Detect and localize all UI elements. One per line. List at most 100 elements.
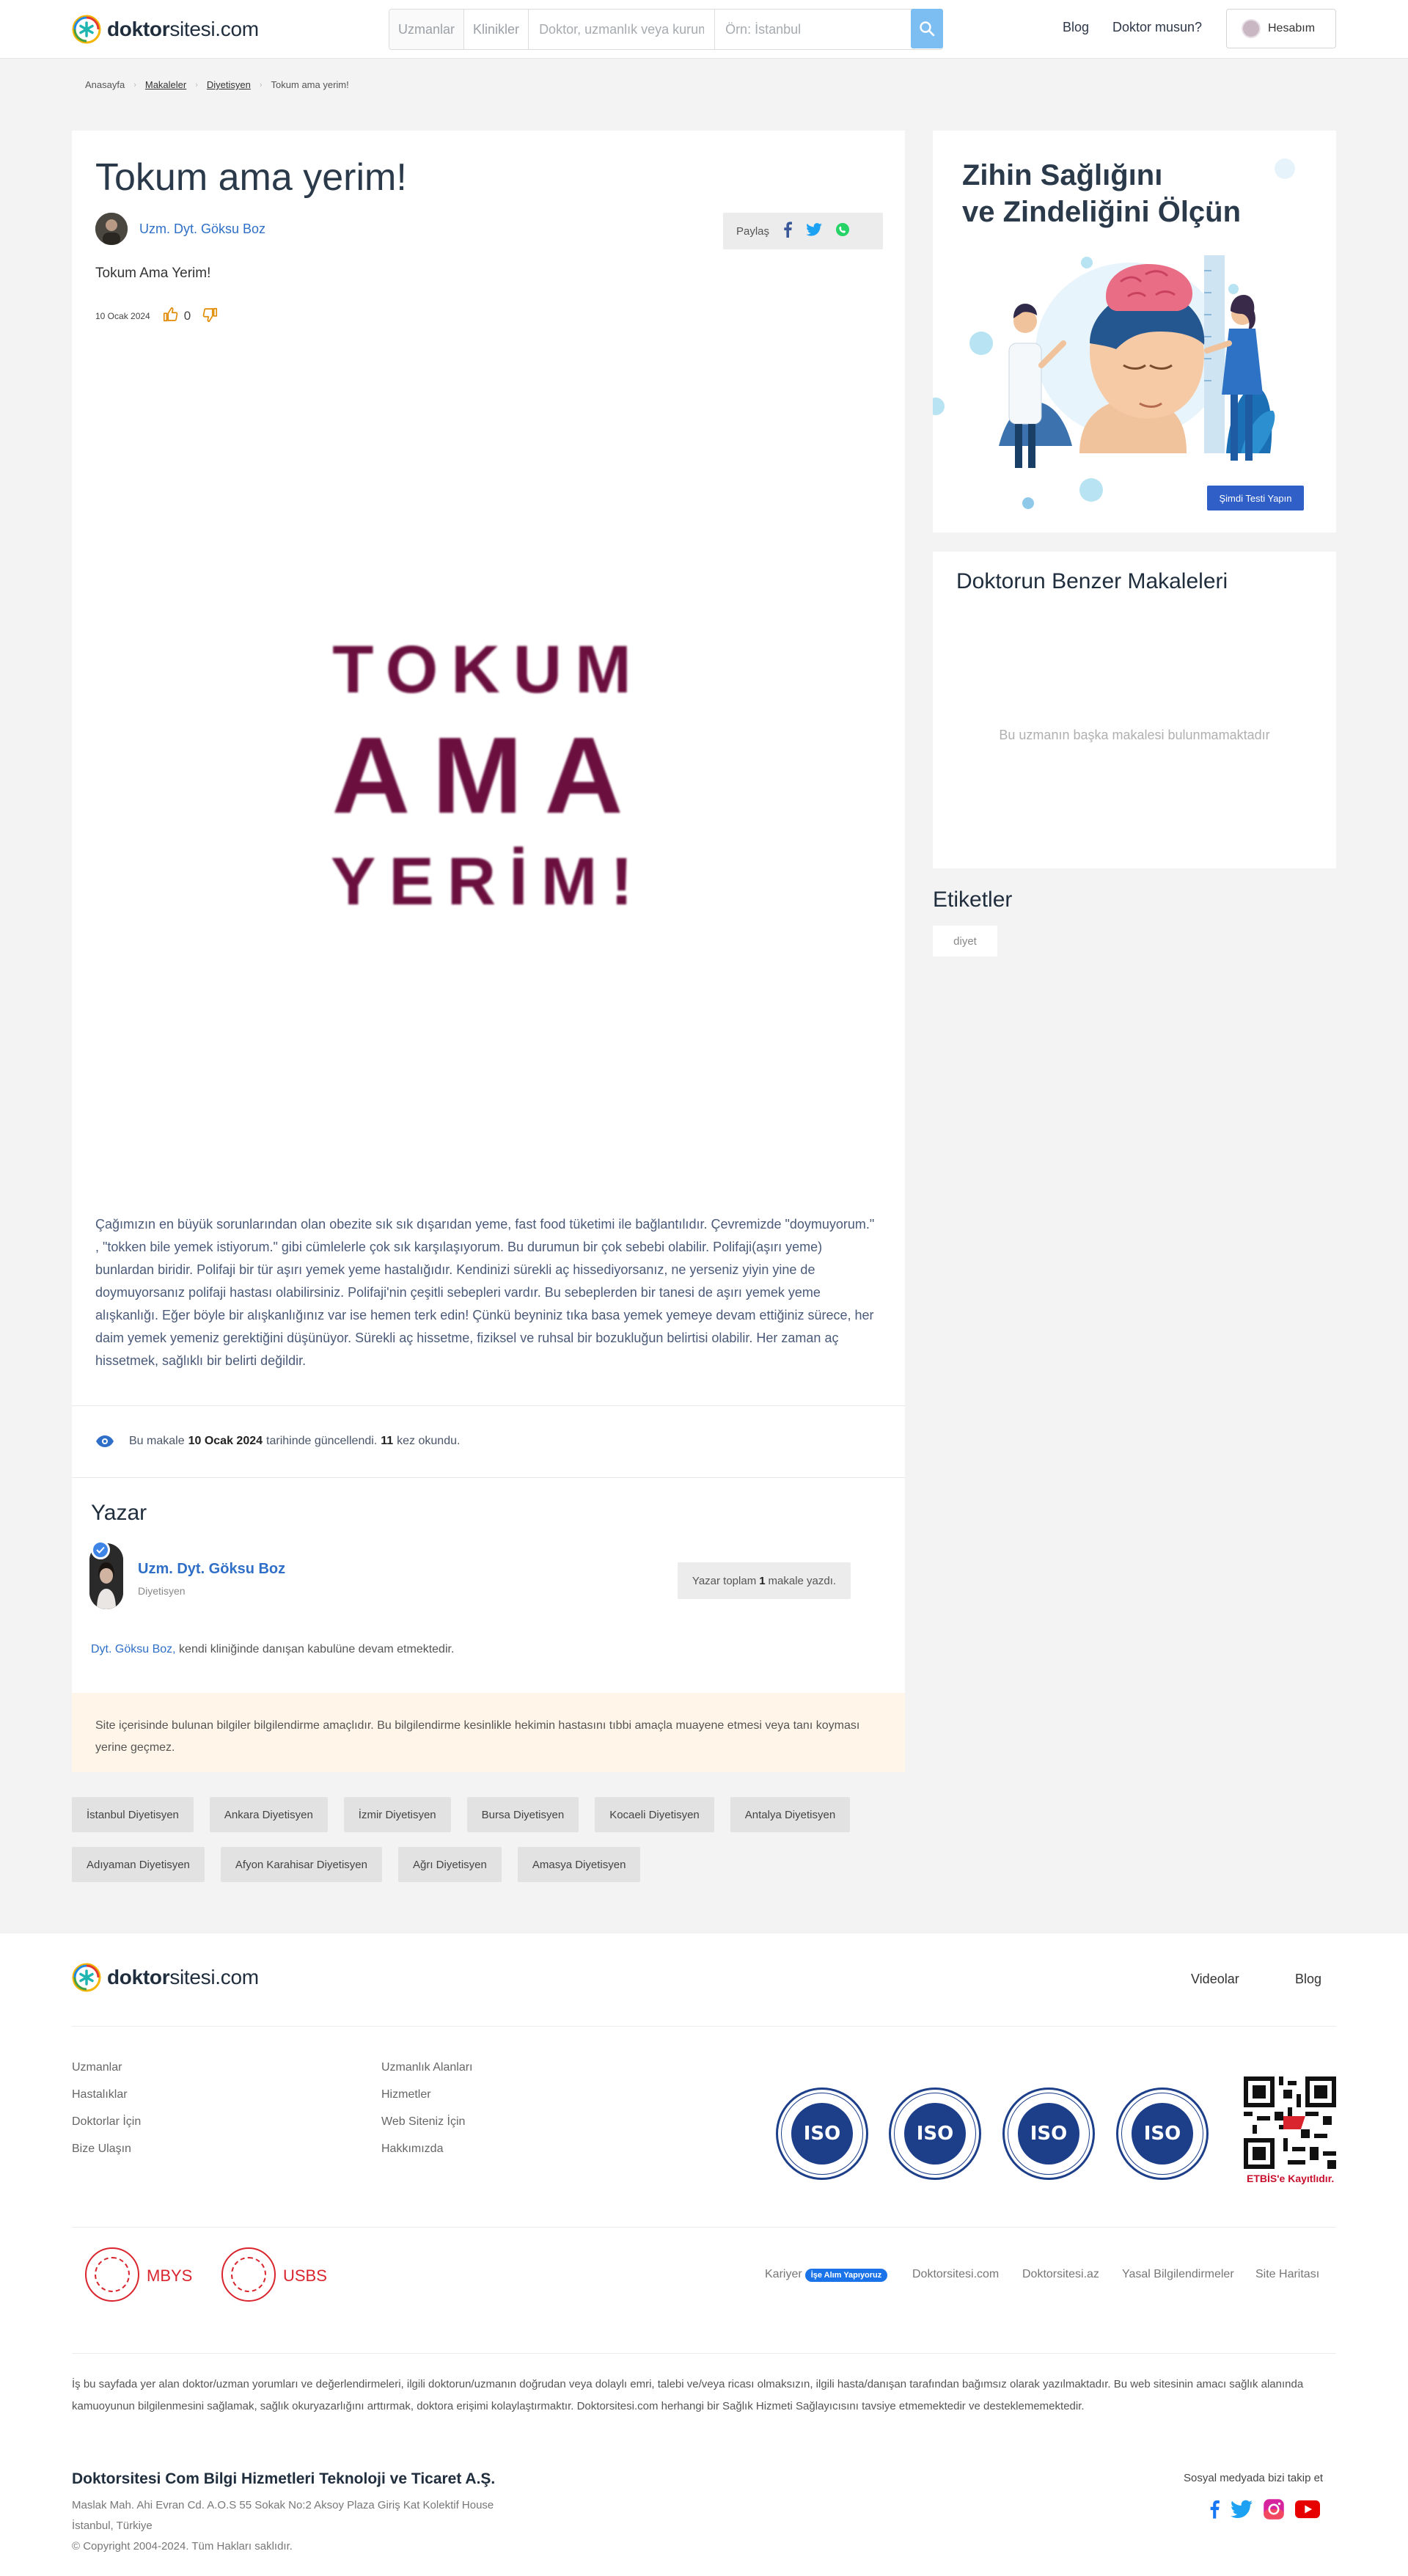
footer-link-site-haritasi[interactable]: Site Haritası <box>1255 2268 1319 2281</box>
search-query-input[interactable] <box>529 10 716 49</box>
views-prefix: Bu makale <box>129 1435 185 1447</box>
city-tag[interactable]: Bursa Diyetisyen <box>466 1797 579 1832</box>
hiring-badge: İşe Alım Yapıyoruz <box>804 2269 888 2282</box>
mental-health-ad[interactable]: Zihin Sağlığını ve Zindeliğini Ölçün Şim… <box>933 131 1336 533</box>
share-box: Paylaş <box>723 213 883 249</box>
mbys-label[interactable]: MBYS <box>147 2266 192 2286</box>
footer-link-kariyer[interactable]: Kariyer İşe Alım Yapıyoruz <box>765 2268 888 2282</box>
social-links <box>1209 2498 1320 2524</box>
footer-link-uzmanlar[interactable]: Uzmanlar <box>72 2054 141 2081</box>
footer-divider <box>72 2227 1336 2228</box>
footer-link-doktorsitesi-az[interactable]: Doktorsitesi.az <box>1022 2268 1099 2281</box>
nav-doktor-musun[interactable]: Doktor musun? <box>1112 20 1202 35</box>
logo-text-bold: doktor <box>107 18 170 40</box>
footer-link-bize-ulasin[interactable]: Bize Ulaşın <box>72 2135 141 2162</box>
city-tag[interactable]: Adıyaman Diyetisyen <box>72 1847 205 1882</box>
city-tag[interactable]: Antalya Diyetisyen <box>730 1797 851 1832</box>
city-tag[interactable]: Afyon Karahisar Diyetisyen <box>220 1847 382 1882</box>
footer-link-yasal[interactable]: Yasal Bilgilendirmeler <box>1122 2268 1234 2281</box>
author-name-link[interactable]: Uzm. Dyt. Göksu Boz <box>138 1561 285 1578</box>
instagram-icon[interactable] <box>1263 2498 1285 2524</box>
city-tag[interactable]: İzmir Diyetisyen <box>343 1797 451 1832</box>
address-line-1: Maslak Mah. Ahi Evran Cd. A.O.S 55 Sokak… <box>72 2499 494 2511</box>
facebook-icon[interactable] <box>1209 2498 1220 2524</box>
views-suffix: kez okundu. <box>397 1435 461 1447</box>
logo-text-rest: sitesi.com <box>169 18 259 40</box>
search-location-input[interactable] <box>715 10 899 49</box>
city-tag[interactable]: Ağrı Diyetisyen <box>398 1847 502 1882</box>
author-avatar[interactable] <box>95 213 128 245</box>
copyright: © Copyright 2004-2024. Tüm Hakları saklı… <box>72 2540 293 2553</box>
views-count: 11 <box>381 1435 394 1447</box>
footer-link-doktorlar-icin[interactable]: Doktorlar İçin <box>72 2108 141 2135</box>
twitter-icon[interactable] <box>1231 2500 1253 2522</box>
usbs-label[interactable]: USBS <box>283 2266 327 2286</box>
whatsapp-share-icon[interactable] <box>835 222 850 240</box>
share-label: Paylaş <box>736 224 770 238</box>
footer-nav-blog[interactable]: Blog <box>1295 1972 1321 1987</box>
footer-divider <box>72 2353 1336 2354</box>
usbs-seal-icon <box>221 2247 276 2302</box>
views-date: 10 Ocak 2024 <box>188 1435 263 1447</box>
footer-link-doktorsitesi-com[interactable]: Doktorsitesi.com <box>912 2268 999 2281</box>
legal-notice: İş bu sayfada yer alan doktor/uzman yoru… <box>72 2378 1304 2412</box>
clinic-author-link[interactable]: Dyt. Göksu Boz, <box>91 1643 176 1655</box>
author-article-count[interactable]: Yazar toplam 1 makale yazdı. <box>678 1562 851 1599</box>
author-link[interactable]: Uzm. Dyt. Göksu Boz <box>139 222 265 237</box>
take-test-button[interactable]: Şimdi Testi Yapın <box>1207 486 1304 511</box>
breadcrumb-home[interactable]: Anasayfa <box>85 79 125 90</box>
iso-certified-badge: ISO <box>776 2087 868 2180</box>
divider <box>72 1477 905 1478</box>
footer-links-col-2: Uzmanlık Alanları Hizmetler Web Siteniz … <box>381 2054 473 2162</box>
eye-icon <box>96 1435 114 1447</box>
account-button[interactable]: Hesabım <box>1226 9 1336 48</box>
views-row: Bu makale 10 Ocak 2024 tarihinde güncell… <box>95 1435 460 1448</box>
etbis-label: ETBİS'e Kayıtlıdır. <box>1247 2173 1335 2184</box>
hero-line-2: AMA <box>331 714 645 836</box>
city-tag[interactable]: Kocaeli Diyetisyen <box>595 1797 714 1832</box>
footer-link-hizmetler[interactable]: Hizmetler <box>381 2081 473 2108</box>
similar-articles-title: Doktorun Benzer Makaleleri <box>956 569 1228 593</box>
breadcrumb-current: Tokum ama yerim! <box>271 79 349 90</box>
city-tag[interactable]: Amasya Diyetisyen <box>517 1847 641 1882</box>
author-role: Diyetisyen <box>138 1585 186 1597</box>
city-tag[interactable]: Ankara Diyetisyen <box>209 1797 328 1832</box>
facebook-share-icon[interactable] <box>782 222 793 241</box>
footer-link-web-siteniz[interactable]: Web Siteniz İçin <box>381 2108 473 2135</box>
author-row: Uzm. Dyt. Göksu Boz <box>95 213 265 245</box>
etbis-qr-code[interactable] <box>1244 2076 1336 2170</box>
footer-link-hastaliklar[interactable]: Hastalıklar <box>72 2081 141 2108</box>
chevron-right-icon: › <box>133 80 136 89</box>
company-name: Doktorsitesi Com Bilgi Hizmetleri Teknol… <box>72 2470 496 2487</box>
city-tag[interactable]: İstanbul Diyetisyen <box>72 1797 194 1832</box>
mbys-seal-icon <box>85 2247 139 2302</box>
similar-articles-empty: Bu uzmanın başka makalesi bulunmamaktadı… <box>999 728 1270 742</box>
footer-logo[interactable]: doktorsitesi.com <box>72 1963 259 1992</box>
youtube-icon[interactable] <box>1295 2500 1320 2522</box>
hero-line-1: TOKUM <box>332 632 645 708</box>
site-header: doktorsitesi.com Uzmanlar Klinikler Blog… <box>0 0 1408 59</box>
like-count: 0 <box>183 308 191 323</box>
tag-item[interactable]: diyet <box>933 926 997 956</box>
search-icon <box>920 21 935 37</box>
site-logo[interactable]: doktorsitesi.com <box>72 15 259 44</box>
kariyer-label: Kariyer <box>765 2268 802 2280</box>
breadcrumb-makaleler[interactable]: Makaleler <box>145 79 186 90</box>
footer-nav-videolar[interactable]: Videolar <box>1191 1972 1239 1987</box>
thumbs-down-icon[interactable] <box>202 307 219 325</box>
tab-klinikler[interactable]: Klinikler <box>464 10 529 49</box>
nav-blog[interactable]: Blog <box>1063 20 1089 35</box>
search-button[interactable] <box>911 9 943 48</box>
footer-link-hakkimizda[interactable]: Hakkımızda <box>381 2135 473 2162</box>
tab-uzmanlar[interactable]: Uzmanlar <box>389 10 465 49</box>
footer-link-uzmanlik-alanlari[interactable]: Uzmanlık Alanları <box>381 2054 473 2081</box>
twitter-share-icon[interactable] <box>806 223 822 239</box>
logo-text-bold: doktor <box>107 1966 170 1988</box>
chevron-right-icon: › <box>259 80 263 89</box>
hero-line-3: YERİM! <box>331 844 646 920</box>
breadcrumb: Anasayfa › Makaleler › Diyetisyen › Toku… <box>85 79 349 90</box>
count-prefix: Yazar toplam <box>692 1574 757 1587</box>
footer-divider <box>72 2026 1336 2027</box>
thumbs-up-icon[interactable] <box>162 307 178 325</box>
breadcrumb-diyetisyen[interactable]: Diyetisyen <box>207 79 251 90</box>
